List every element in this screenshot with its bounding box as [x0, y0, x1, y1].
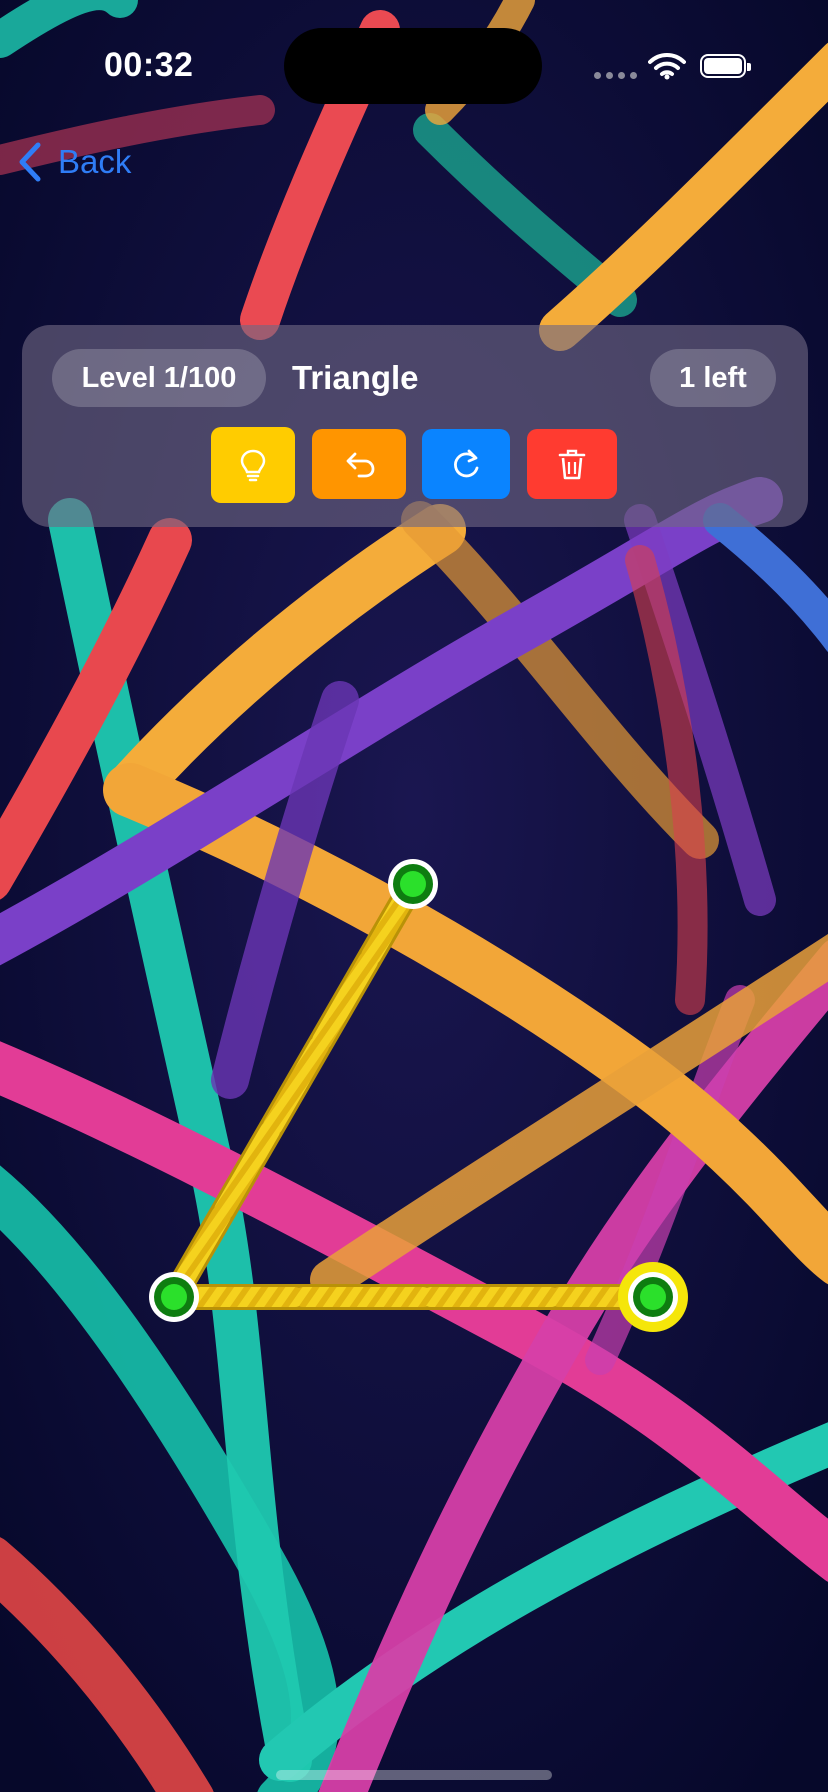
top-node[interactable] [388, 859, 438, 909]
left-node[interactable] [149, 1272, 199, 1322]
home-indicator[interactable] [276, 1770, 552, 1780]
puzzle-board[interactable] [0, 0, 828, 1792]
right-node-active[interactable] [618, 1262, 688, 1332]
drawn-segment-top-left [162, 872, 425, 1308]
